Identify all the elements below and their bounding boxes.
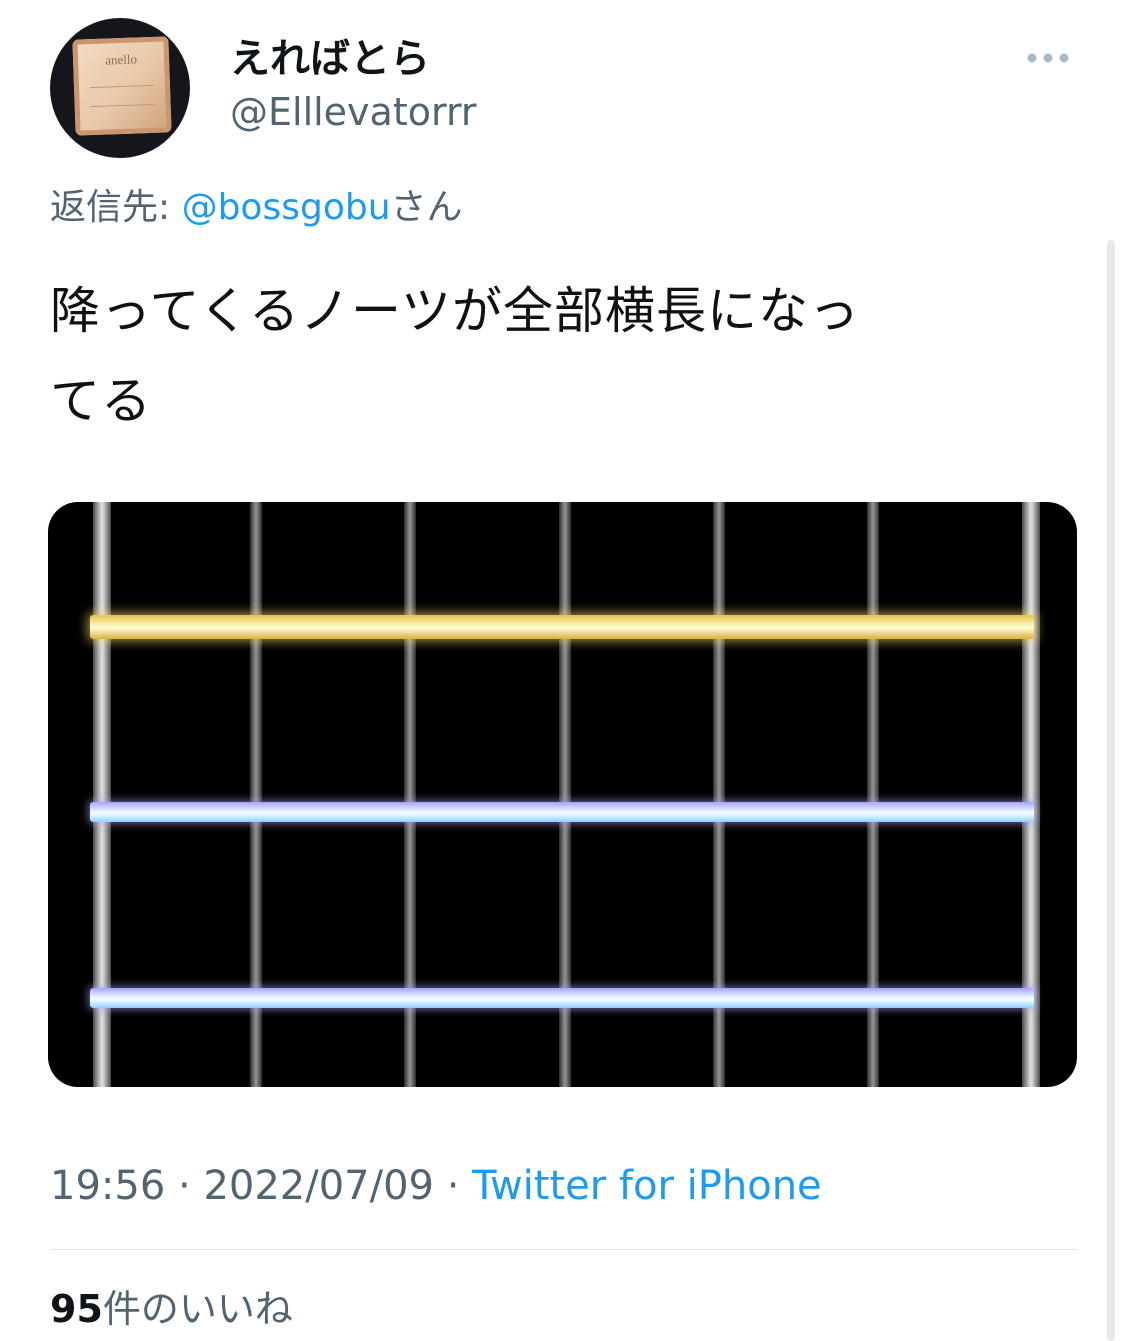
likes-count: 95: [50, 1287, 103, 1331]
scrollbar[interactable]: [1107, 240, 1115, 1341]
reply-to-line: 返信先: @bossgobuさん: [50, 184, 463, 232]
tweet-text-line: 降ってくるノーツが全部横長になっ: [50, 282, 860, 340]
tweet-source-link[interactable]: Twitter for iPhone: [472, 1163, 822, 1209]
tweet-time[interactable]: 19:56: [50, 1163, 165, 1209]
avatar-patch-lines: [90, 84, 155, 108]
avatar-logo: anello: [104, 51, 138, 68]
note-bar-yellow: [90, 615, 1034, 639]
meta-separator: ·: [165, 1163, 204, 1209]
divider: [50, 1249, 1078, 1250]
author-handle[interactable]: @Elllevatorrr: [230, 89, 477, 135]
avatar[interactable]: anello: [50, 18, 190, 158]
reply-to-suffix: さん: [390, 187, 463, 228]
tweet-media-image[interactable]: [48, 502, 1077, 1087]
author-display-name[interactable]: えればとら: [230, 36, 430, 82]
tweet-text-line: てる: [50, 372, 152, 430]
note-bar-blue: [90, 988, 1034, 1008]
likes-label: 件のいいね: [102, 1287, 293, 1331]
tweet-meta: 19:56 · 2022/07/09 · Twitter for iPhone: [50, 1160, 822, 1212]
reply-to-label: 返信先:: [50, 187, 182, 228]
more-button[interactable]: [1024, 44, 1072, 72]
note-bar-blue: [90, 802, 1034, 822]
likes-summary[interactable]: 95件のいいね: [50, 1284, 293, 1334]
tweet-date[interactable]: 2022/07/09: [203, 1163, 434, 1209]
avatar-patch: anello: [72, 36, 172, 136]
reply-to-link[interactable]: @bossgobu: [182, 187, 391, 228]
more-horizontal-icon: [1027, 53, 1069, 63]
meta-separator: ·: [433, 1163, 473, 1209]
tweet-text: 降ってくるノーツが全部横長になっ てる: [50, 266, 1050, 446]
